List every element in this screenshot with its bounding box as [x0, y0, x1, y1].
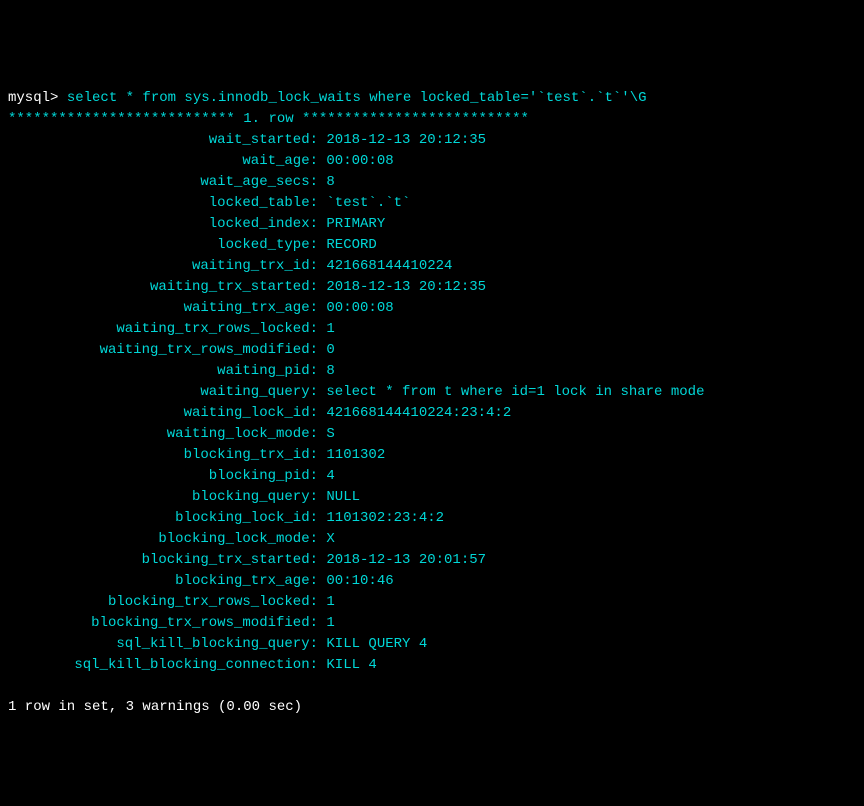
result-row: blocking_trx_id: 1101302 — [8, 445, 856, 466]
field-label: sql_kill_blocking_query: — [8, 634, 318, 655]
field-value: 4 — [326, 468, 334, 484]
field-label: waiting_trx_id: — [8, 256, 318, 277]
field-label: waiting_lock_mode: — [8, 424, 318, 445]
result-row: wait_age: 00:00:08 — [8, 151, 856, 172]
result-fields: wait_started: 2018-12-13 20:12:35 wait_a… — [8, 130, 856, 676]
result-row: waiting_query: select * from t where id=… — [8, 382, 856, 403]
field-value: 2018-12-13 20:01:57 — [326, 552, 486, 568]
field-label: waiting_trx_started: — [8, 277, 318, 298]
field-value: 1101302 — [326, 447, 385, 463]
field-value: PRIMARY — [326, 216, 385, 232]
field-value: 8 — [326, 363, 334, 379]
result-row: blocking_query: NULL — [8, 487, 856, 508]
sql-command: select * from sys.innodb_lock_waits wher… — [67, 90, 647, 106]
field-value: 1101302:23:4:2 — [326, 510, 444, 526]
field-value: `test`.`t` — [326, 195, 410, 211]
result-row: wait_started: 2018-12-13 20:12:35 — [8, 130, 856, 151]
field-label: blocking_trx_id: — [8, 445, 318, 466]
field-label: blocking_pid: — [8, 466, 318, 487]
field-label: waiting_trx_age: — [8, 298, 318, 319]
field-label: waiting_lock_id: — [8, 403, 318, 424]
field-label: wait_age: — [8, 151, 318, 172]
field-value: 00:00:08 — [326, 300, 393, 316]
field-label: waiting_trx_rows_locked: — [8, 319, 318, 340]
result-row: locked_table: `test`.`t` — [8, 193, 856, 214]
field-value: 8 — [326, 174, 334, 190]
result-row: waiting_pid: 8 — [8, 361, 856, 382]
field-label: blocking_query: — [8, 487, 318, 508]
field-label: wait_started: — [8, 130, 318, 151]
result-row: sql_kill_blocking_query: KILL QUERY 4 — [8, 634, 856, 655]
field-value: 1 — [326, 594, 334, 610]
result-row: wait_age_secs: 8 — [8, 172, 856, 193]
field-label: blocking_trx_rows_modified: — [8, 613, 318, 634]
result-row: waiting_lock_mode: S — [8, 424, 856, 445]
result-row: blocking_trx_age: 00:10:46 — [8, 571, 856, 592]
result-row: waiting_trx_age: 00:00:08 — [8, 298, 856, 319]
field-label: blocking_trx_age: — [8, 571, 318, 592]
field-label: waiting_query: — [8, 382, 318, 403]
result-row: blocking_lock_mode: X — [8, 529, 856, 550]
row-header: *************************** 1. row *****… — [8, 111, 529, 127]
field-label: blocking_lock_id: — [8, 508, 318, 529]
field-value: X — [326, 531, 334, 547]
result-row: waiting_trx_rows_locked: 1 — [8, 319, 856, 340]
field-value: 00:10:46 — [326, 573, 393, 589]
result-row: locked_type: RECORD — [8, 235, 856, 256]
field-value: KILL QUERY 4 — [326, 636, 427, 652]
field-label: waiting_trx_rows_modified: — [8, 340, 318, 361]
field-label: locked_table: — [8, 193, 318, 214]
field-label: locked_index: — [8, 214, 318, 235]
result-row: blocking_pid: 4 — [8, 466, 856, 487]
result-footer: 1 row in set, 3 warnings (0.00 sec) — [8, 699, 302, 715]
field-label: wait_age_secs: — [8, 172, 318, 193]
result-row: blocking_trx_rows_locked: 1 — [8, 592, 856, 613]
field-value: 00:00:08 — [326, 153, 393, 169]
field-value: S — [326, 426, 334, 442]
result-row: blocking_trx_rows_modified: 1 — [8, 613, 856, 634]
result-row: blocking_trx_started: 2018-12-13 20:01:5… — [8, 550, 856, 571]
field-value: 0 — [326, 342, 334, 358]
result-row: sql_kill_blocking_connection: KILL 4 — [8, 655, 856, 676]
field-label: locked_type: — [8, 235, 318, 256]
result-row: waiting_lock_id: 421668144410224:23:4:2 — [8, 403, 856, 424]
field-label: blocking_lock_mode: — [8, 529, 318, 550]
field-value: 1 — [326, 321, 334, 337]
field-value: 2018-12-13 20:12:35 — [326, 132, 486, 148]
result-row: waiting_trx_started: 2018-12-13 20:12:35 — [8, 277, 856, 298]
field-label: waiting_pid: — [8, 361, 318, 382]
field-value: NULL — [326, 489, 360, 505]
result-row: waiting_trx_rows_modified: 0 — [8, 340, 856, 361]
field-label: sql_kill_blocking_connection: — [8, 655, 318, 676]
field-value: 2018-12-13 20:12:35 — [326, 279, 486, 295]
result-row: blocking_lock_id: 1101302:23:4:2 — [8, 508, 856, 529]
result-row: waiting_trx_id: 421668144410224 — [8, 256, 856, 277]
field-label: blocking_trx_rows_locked: — [8, 592, 318, 613]
field-value: select * from t where id=1 lock in share… — [326, 384, 704, 400]
field-value: RECORD — [326, 237, 376, 253]
mysql-prompt: mysql> — [8, 90, 67, 106]
field-label: blocking_trx_started: — [8, 550, 318, 571]
result-row: locked_index: PRIMARY — [8, 214, 856, 235]
field-value: 421668144410224:23:4:2 — [326, 405, 511, 421]
field-value: 421668144410224 — [326, 258, 452, 274]
field-value: 1 — [326, 615, 334, 631]
field-value: KILL 4 — [326, 657, 376, 673]
